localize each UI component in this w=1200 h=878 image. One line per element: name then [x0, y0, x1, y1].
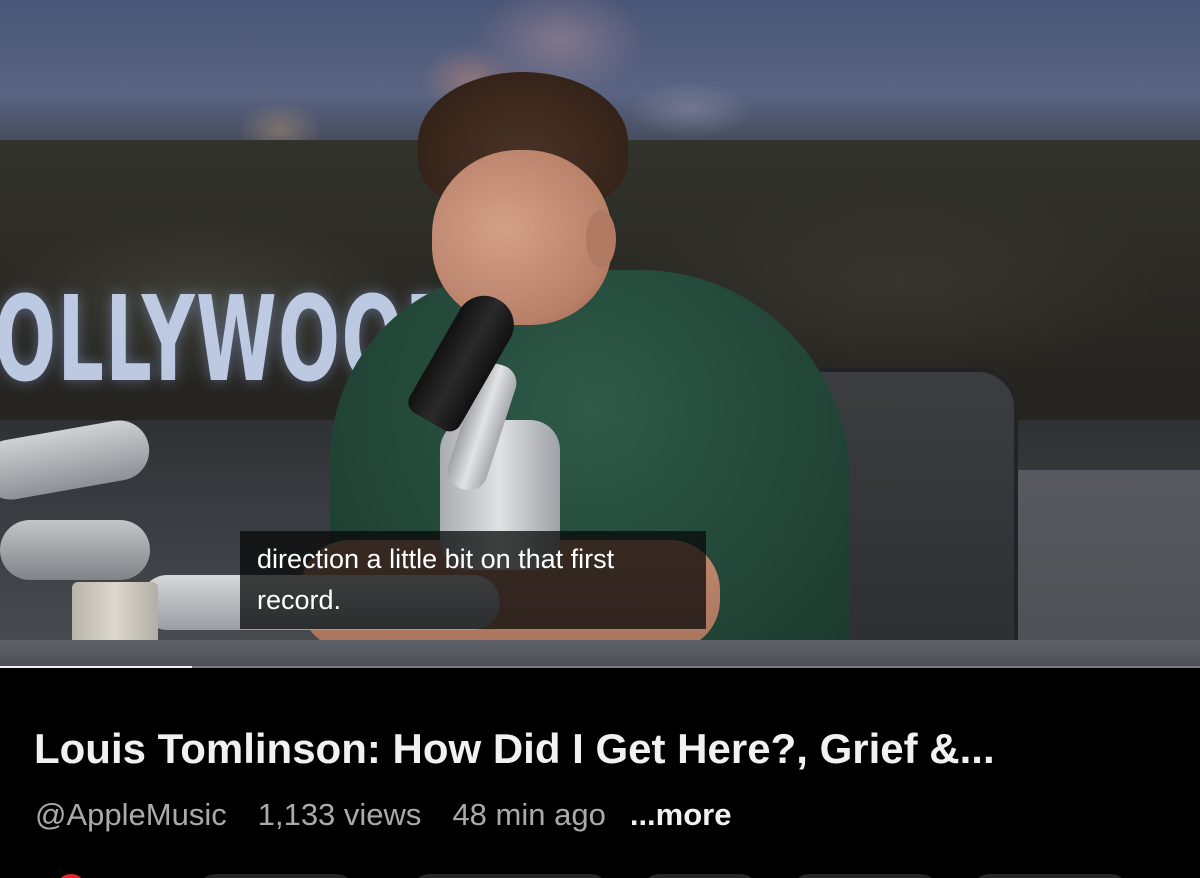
caption-line-2: record. [257, 585, 342, 615]
action-chip-row [0, 868, 1200, 878]
action-chip[interactable] [790, 874, 940, 878]
action-chip[interactable] [970, 874, 1130, 878]
app-screen: OLLYWOOD direction a little bit on that … [0, 0, 1200, 878]
video-player[interactable]: OLLYWOOD direction a little bit on that … [0, 0, 1200, 668]
person-ear [586, 210, 616, 268]
closed-caption: direction a little bit on that first rec… [240, 531, 706, 629]
video-metadata-row: @AppleMusic 1,133 views 48 min ago ...mo… [35, 795, 731, 835]
desk-surface [0, 640, 1200, 668]
view-count: 1,133 views [257, 797, 422, 832]
action-chip[interactable] [410, 874, 610, 878]
action-chip[interactable] [640, 874, 760, 878]
video-progress-fill [0, 666, 192, 668]
video-progress-bar[interactable] [0, 666, 1200, 668]
channel-handle-link[interactable]: @AppleMusic [35, 797, 227, 833]
mic-arm-left-lower [0, 520, 150, 580]
channel-avatar[interactable] [56, 874, 86, 878]
person-head [432, 150, 612, 325]
caption-line-1: direction a little bit on that first [257, 544, 615, 574]
show-more-button[interactable]: ...more [630, 797, 732, 833]
video-title[interactable]: Louis Tomlinson: How Did I Get Here?, Gr… [34, 722, 1174, 776]
upload-age: 48 min ago [452, 797, 606, 832]
action-chip[interactable] [196, 874, 356, 878]
